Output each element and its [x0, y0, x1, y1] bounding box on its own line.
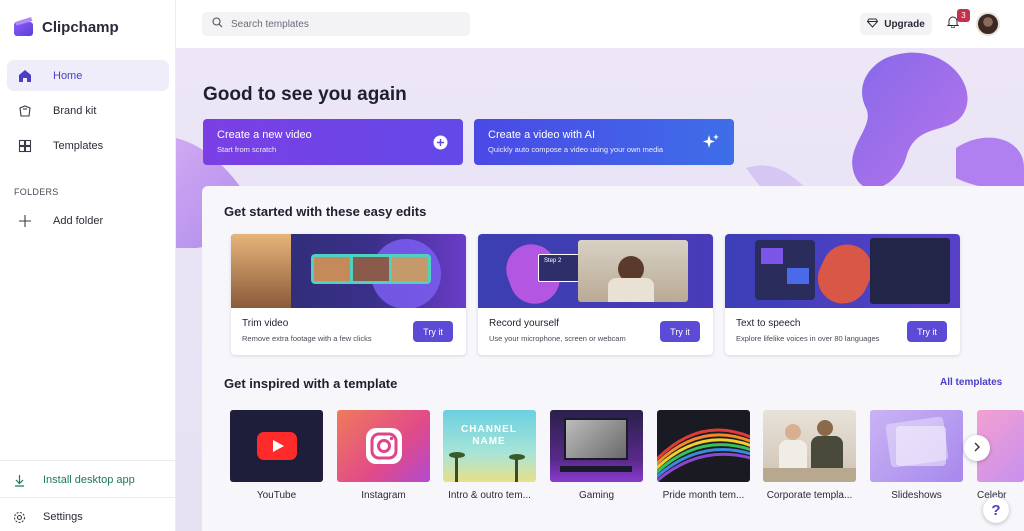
edit-card-record-yourself[interactable]: Step 2 Record yourself Use your micropho…	[478, 234, 713, 355]
sidebar-item-label: Templates	[53, 139, 104, 152]
rainbow-graphic	[657, 428, 750, 482]
search-box[interactable]	[202, 12, 470, 36]
edit-card-trim-video[interactable]: Trim video Remove extra footage with a f…	[231, 234, 466, 355]
sidebar-item-label: Home	[53, 69, 83, 82]
sidebar-item-templates[interactable]: Templates	[7, 130, 169, 161]
sidebar-divider	[0, 460, 176, 461]
try-it-button[interactable]: Try it	[413, 321, 453, 342]
clipchamp-logo-icon	[13, 16, 35, 38]
template-gaming[interactable]: Gaming	[550, 410, 643, 501]
action-title: Create a new video	[217, 129, 312, 141]
template-corporate[interactable]: Corporate templa...	[763, 410, 856, 501]
plus-icon	[17, 213, 33, 229]
settings-label: Settings	[43, 511, 83, 523]
scroll-next-button[interactable]	[964, 435, 990, 461]
help-button[interactable]: ?	[983, 497, 1009, 523]
install-desktop-app-link[interactable]: Install desktop app	[11, 472, 135, 488]
corporate-thumbnail	[763, 410, 856, 482]
gaming-thumbnail	[550, 410, 643, 482]
sidebar: Clipchamp Home Brand kit Templates FOLDE…	[0, 0, 176, 531]
install-label: Install desktop app	[43, 474, 135, 486]
search-icon	[212, 15, 223, 33]
youtube-icon	[256, 432, 297, 460]
sidebar-item-home[interactable]: Home	[7, 60, 169, 91]
sidebar-item-label: Brand kit	[53, 104, 97, 117]
action-title: Create a video with AI	[488, 129, 596, 141]
add-folder-label: Add folder	[53, 214, 104, 227]
try-it-button[interactable]: Try it	[660, 321, 700, 342]
plus-circle-icon	[431, 133, 449, 151]
upgrade-label: Upgrade	[884, 18, 925, 30]
topbar: Upgrade 3	[176, 0, 1024, 48]
all-templates-link[interactable]: All templates	[940, 377, 1002, 388]
edit-card-description: Use your microphone, screen or webcam	[489, 334, 626, 343]
pride-month-thumbnail	[657, 410, 750, 482]
template-label: Slideshows	[891, 490, 942, 501]
template-slideshows[interactable]: Slideshows	[870, 410, 963, 501]
instagram-icon	[365, 428, 402, 464]
channel-name-text: CHANNEL NAME	[461, 424, 517, 447]
search-input[interactable]	[231, 18, 451, 30]
templates-heading: Get inspired with a template	[224, 376, 398, 391]
edit-card-title: Text to speech	[736, 318, 801, 329]
action-subtitle: Quickly auto compose a video using your …	[488, 145, 664, 154]
intro-outro-thumbnail: CHANNEL NAME	[443, 410, 536, 482]
create-new-video-button[interactable]: Create a new video Start from scratch	[203, 119, 463, 165]
brand[interactable]: Clipchamp	[13, 16, 119, 38]
trim-video-thumbnail	[231, 234, 466, 308]
sidebar-item-brand-kit[interactable]: Brand kit	[7, 95, 169, 126]
step-label: Step 2	[544, 258, 562, 264]
page-title: Good to see you again	[203, 84, 407, 105]
edit-card-description: Explore lifelike voices in over 80 langu…	[736, 334, 880, 343]
template-label: Pride month tem...	[662, 490, 745, 501]
template-label: Gaming	[578, 490, 614, 501]
download-icon	[11, 472, 27, 488]
chevron-right-icon	[973, 439, 981, 457]
action-subtitle: Start from scratch	[217, 145, 277, 154]
gear-icon	[11, 509, 27, 525]
brand-kit-icon	[17, 103, 33, 119]
try-it-button[interactable]: Try it	[907, 321, 947, 342]
create-ai-video-button[interactable]: Create a video with AI Quickly auto comp…	[474, 119, 734, 165]
edit-card-title: Record yourself	[489, 318, 560, 329]
template-label: Intro & outro tem...	[448, 490, 531, 501]
sidebar-divider	[0, 497, 176, 498]
settings-button[interactable]: Settings	[11, 509, 83, 525]
edit-card-title: Trim video	[242, 318, 289, 329]
slideshows-thumbnail	[870, 410, 963, 482]
edits-heading: Get started with these easy edits	[224, 204, 427, 219]
folders-heading: FOLDERS	[14, 187, 59, 197]
template-label: Corporate templa...	[766, 490, 853, 501]
youtube-thumbnail	[230, 410, 323, 482]
template-label: Instagram	[361, 490, 406, 501]
instagram-thumbnail	[337, 410, 430, 482]
avatar[interactable]	[976, 12, 1000, 36]
upgrade-button[interactable]: Upgrade	[860, 13, 932, 35]
sparkle-icon	[702, 133, 720, 151]
record-yourself-thumbnail: Step 2	[478, 234, 713, 308]
add-folder-button[interactable]: Add folder	[7, 205, 169, 236]
template-label: YouTube	[256, 490, 297, 501]
edit-card-text-to-speech[interactable]: Text to speech Explore lifelike voices i…	[725, 234, 960, 355]
template-pride-month[interactable]: Pride month tem...	[657, 410, 750, 501]
main-content: Good to see you again Create a new video…	[176, 48, 1024, 531]
home-icon	[17, 68, 33, 84]
text-to-speech-thumbnail	[725, 234, 960, 308]
edit-card-description: Remove extra footage with a few clicks	[242, 334, 372, 343]
content-panel: Get started with these easy edits Trim v…	[202, 186, 1024, 531]
diamond-icon	[867, 15, 879, 33]
template-youtube[interactable]: YouTube	[230, 410, 323, 501]
app-name: Clipchamp	[42, 18, 119, 36]
notification-badge: 3	[957, 9, 970, 22]
template-intro-outro[interactable]: CHANNEL NAME Intro & outro tem...	[443, 410, 536, 501]
template-instagram[interactable]: Instagram	[337, 410, 430, 501]
templates-icon	[17, 138, 33, 154]
